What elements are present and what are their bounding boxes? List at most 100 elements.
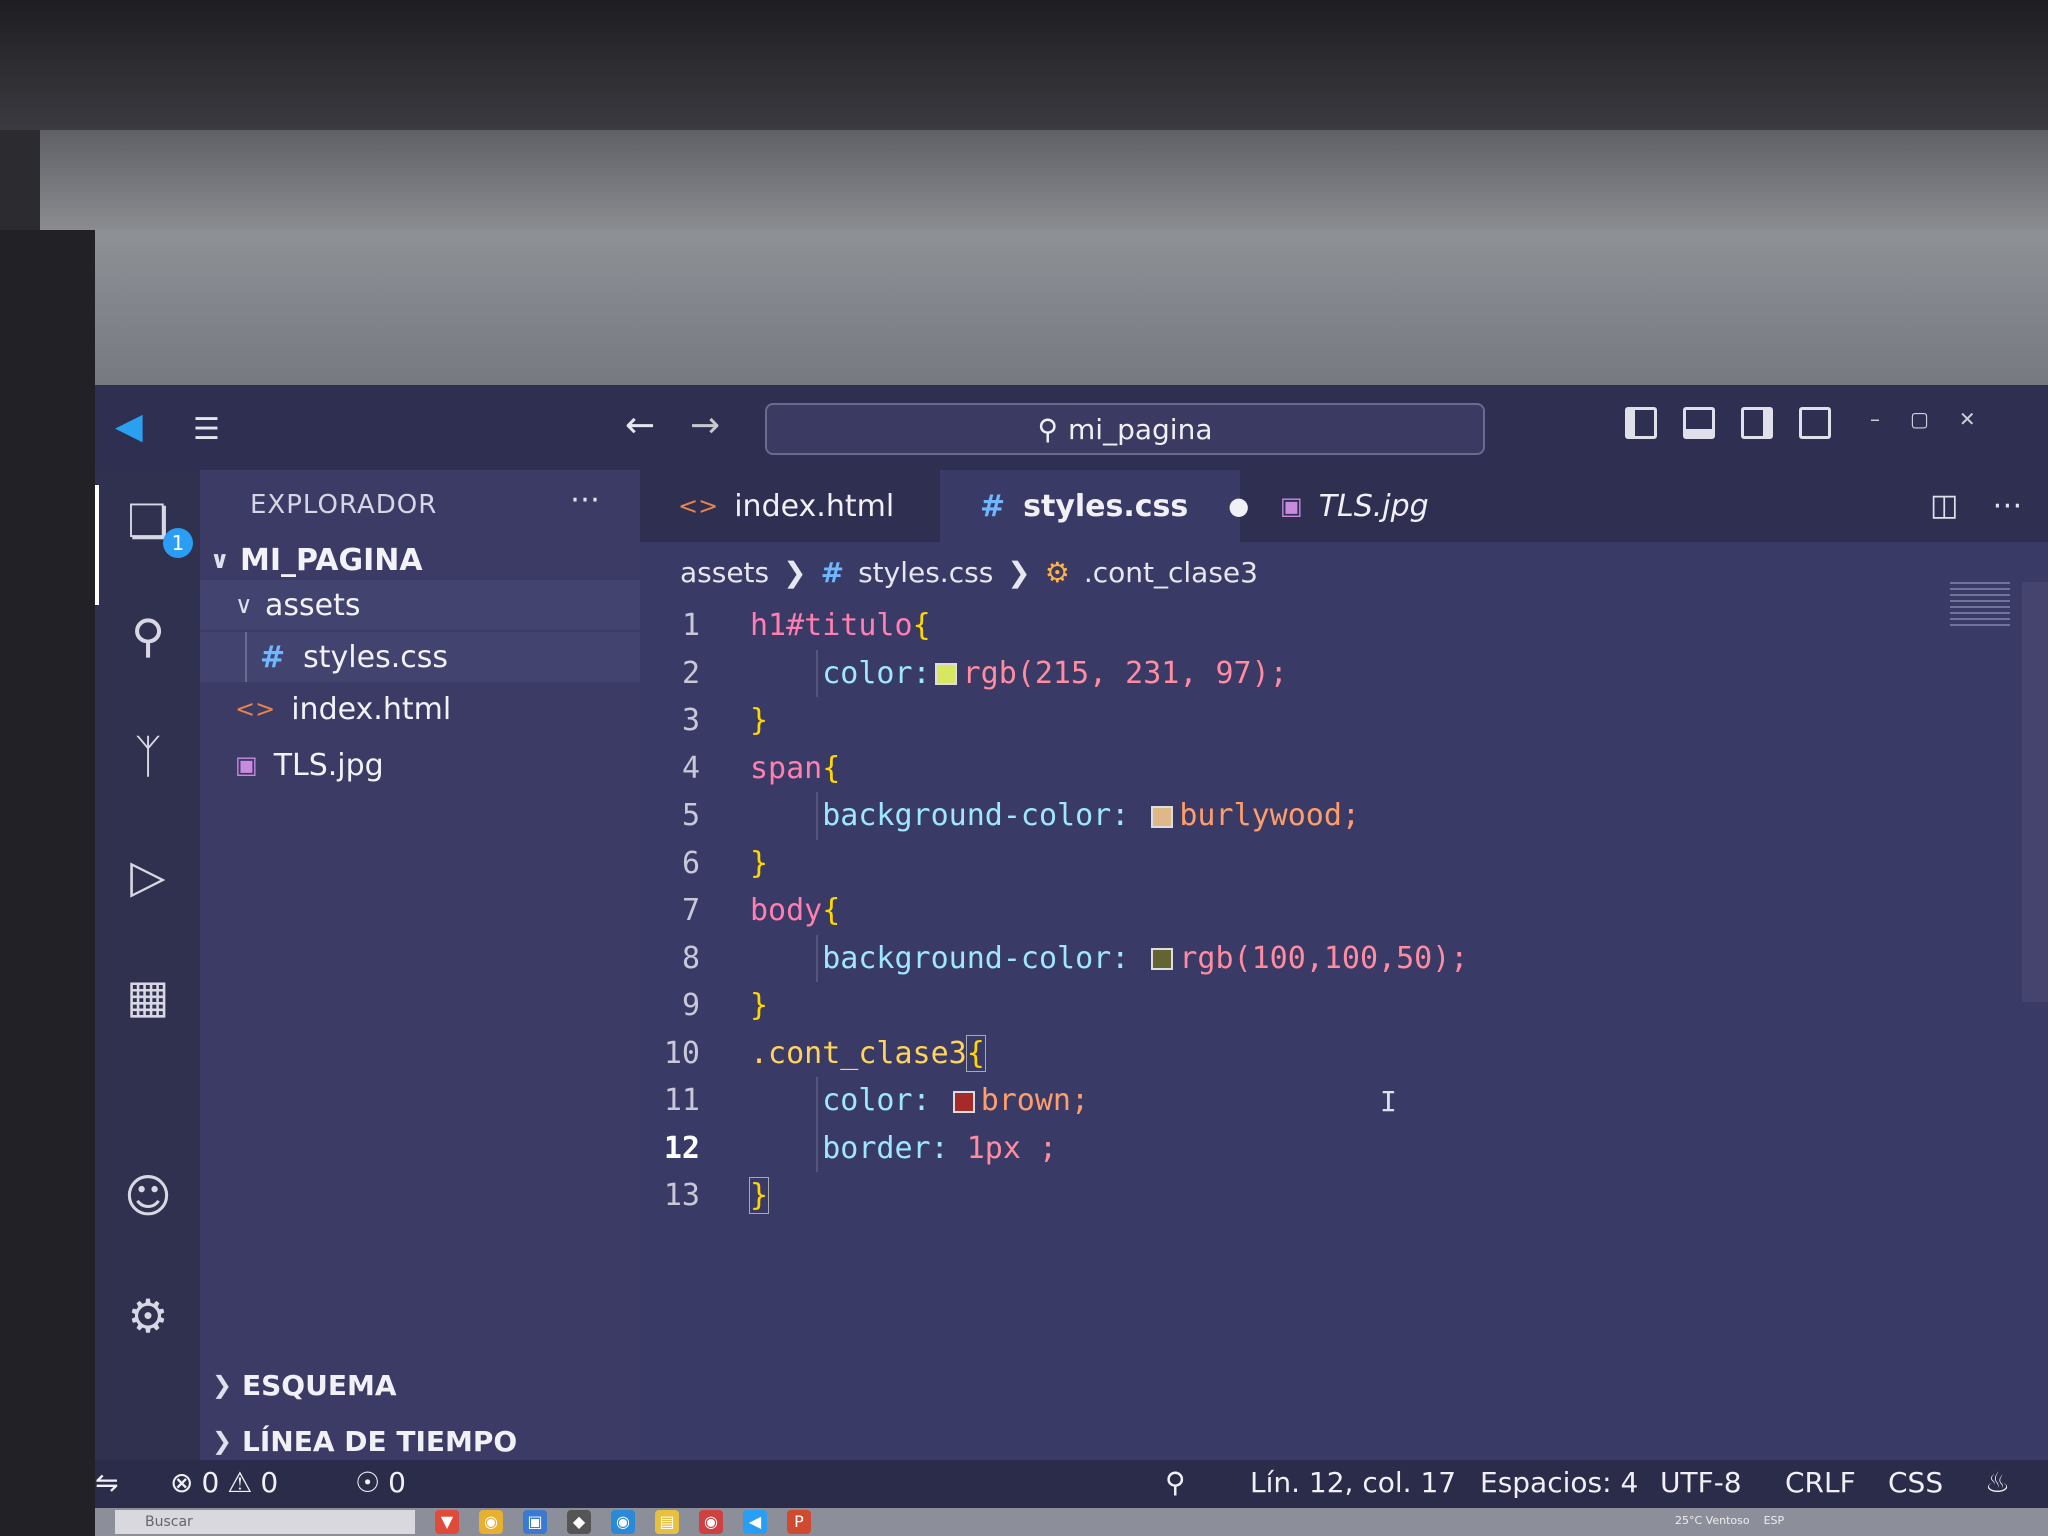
- breadcrumb-item[interactable]: assets: [680, 556, 769, 589]
- code-editor[interactable]: assets ❯ # styles.css ❯ ⚙ .cont_clase3 1…: [640, 542, 2048, 1460]
- tree-item-label: styles.css: [303, 639, 448, 675]
- run-debug-icon[interactable]: ▷: [117, 845, 179, 907]
- tab-index-html[interactable]: <> index.html: [640, 470, 940, 542]
- language-mode[interactable]: CSS: [1888, 1466, 1943, 1499]
- tree-item-styles-css[interactable]: # styles.css: [200, 632, 700, 682]
- vscode-taskbar-icon[interactable]: ◀: [743, 1510, 767, 1534]
- taskbar-search[interactable]: Buscar: [115, 1510, 415, 1534]
- cursor-position[interactable]: Lín. 12, col. 17: [1250, 1466, 1456, 1499]
- code-line: 13 }: [640, 1172, 1940, 1220]
- ports-indicator[interactable]: ☉ 0: [355, 1466, 406, 1499]
- forward-arrow-icon[interactable]: →: [690, 405, 720, 446]
- split-editor-icon[interactable]: ◫: [1930, 488, 1958, 523]
- css-icon: #: [820, 556, 845, 589]
- symbol-class-icon: ⚙: [1044, 556, 1070, 589]
- chrome-icon[interactable]: ◉: [479, 1510, 503, 1534]
- more-actions-icon[interactable]: ⋯: [1992, 488, 2022, 523]
- html-icon: <>: [678, 492, 719, 520]
- line-number: 6: [681, 845, 700, 881]
- search-icon: ⚲: [1037, 412, 1059, 446]
- vertical-scrollbar[interactable]: [2022, 582, 2048, 1002]
- line-number: 7: [681, 893, 700, 929]
- edge-icon[interactable]: ◉: [611, 1510, 635, 1534]
- tab-label: styles.css: [1023, 488, 1189, 524]
- color-swatch[interactable]: [934, 663, 957, 686]
- line-number: 2: [681, 655, 700, 691]
- tree-item-label: index.html: [291, 691, 452, 727]
- weather-status[interactable]: 25°C Ventoso: [1675, 1514, 1750, 1527]
- tab-tls-jpg[interactable]: ▣ TLS.jpg: [1240, 470, 1540, 542]
- activity-bar: ❏ 1 ⚲ ᛉ ▷ ▦ ☺ ⚙: [95, 470, 200, 1460]
- search-icon[interactable]: ⚲: [117, 605, 179, 667]
- customize-layout-icon[interactable]: [1799, 407, 1831, 439]
- window-controls: – ▢ ✕: [1870, 407, 1976, 431]
- css-icon: #: [980, 488, 1006, 524]
- encoding[interactable]: UTF-8: [1660, 1466, 1742, 1499]
- code-line: 6 }: [640, 840, 1940, 888]
- chevron-right-icon: ❯: [212, 1371, 233, 1399]
- tree-item-assets[interactable]: ∨ assets: [200, 580, 675, 630]
- command-center-search[interactable]: ⚲ mi_pagina: [765, 403, 1485, 455]
- color-swatch[interactable]: [1151, 805, 1174, 828]
- source-control-icon[interactable]: ᛉ: [117, 725, 179, 787]
- minimap[interactable]: [1950, 582, 2010, 626]
- zoom-icon[interactable]: ⚲: [1165, 1466, 1186, 1499]
- broadcast-icon: ☉: [355, 1466, 381, 1499]
- breadcrumb: assets ❯ # styles.css ❯ ⚙ .cont_clase3: [680, 556, 1258, 589]
- input-language[interactable]: ESP: [1764, 1514, 1785, 1527]
- minimize-icon[interactable]: –: [1870, 407, 1880, 431]
- breadcrumb-item[interactable]: .cont_clase3: [1084, 556, 1258, 589]
- problems-indicator[interactable]: ⊗ 0 ⚠ 0: [170, 1466, 278, 1499]
- indentation[interactable]: Espacios: 4: [1480, 1466, 1638, 1499]
- tree-item-tls-jpg[interactable]: ▣ TLS.jpg: [200, 740, 675, 790]
- line-number: 3: [681, 703, 700, 739]
- line-number: 11: [663, 1083, 700, 1119]
- vscode-logo-icon: ◀: [115, 406, 143, 447]
- color-swatch[interactable]: [1151, 948, 1174, 971]
- maximize-icon[interactable]: ▢: [1910, 407, 1929, 431]
- account-icon[interactable]: ☺: [117, 1165, 179, 1227]
- brave-icon[interactable]: ▼: [435, 1510, 459, 1534]
- color-swatch[interactable]: [952, 1090, 975, 1113]
- back-arrow-icon[interactable]: ←: [625, 405, 655, 446]
- extensions-icon[interactable]: ▦: [117, 965, 179, 1027]
- status-bar: ⇋ ⊗ 0 ⚠ 0 ☉ 0 ⚲ Lín. 12, col. 17 Espacio…: [95, 1460, 2048, 1508]
- code-line: 11 color: brown; I: [640, 1077, 1940, 1125]
- vscode-window: ◀ ☰ ← → ⚲ mi_pagina – ▢ ✕ ❏ 1 ⚲ ᛉ ▷ ▦ ☺ …: [95, 385, 2048, 1536]
- powerpoint-icon[interactable]: P: [787, 1510, 811, 1534]
- explorer-files-icon[interactable]: ❏ 1: [117, 490, 193, 558]
- brace: }: [748, 1177, 770, 1215]
- root-folder-label: MI_PAGINA: [240, 542, 423, 578]
- taskbar-apps: ▼ ◉ ▣ ◆ ◉ ▤ ◉ ◀ P: [435, 1510, 811, 1534]
- code-line: 12 border: 1px ;: [640, 1124, 1940, 1172]
- more-actions-icon[interactable]: ⋯: [570, 482, 600, 517]
- windows-taskbar: Buscar ▼ ◉ ▣ ◆ ◉ ▤ ◉ ◀ P 25°C Ventoso ES…: [95, 1508, 2048, 1536]
- breadcrumb-item[interactable]: styles.css: [858, 556, 993, 589]
- chrome-icon[interactable]: ◉: [699, 1510, 723, 1534]
- css-file-icon: #: [260, 639, 286, 675]
- chevron-down-icon: ∨: [210, 546, 230, 574]
- outline-section[interactable]: ❯ ESQUEMA: [200, 1360, 652, 1410]
- timeline-section[interactable]: ❯ LÍNEA DE TIEMPO: [200, 1416, 652, 1466]
- menu-icon[interactable]: ☰: [193, 415, 220, 445]
- app-icon[interactable]: ◆: [567, 1510, 591, 1534]
- tree-item-index-html[interactable]: <> index.html: [200, 684, 675, 734]
- toggle-secondary-sidebar-icon[interactable]: [1741, 407, 1773, 439]
- indent-guide: [816, 649, 818, 697]
- toggle-panel-icon[interactable]: [1683, 407, 1715, 439]
- explorer-header: EXPLORADOR: [250, 490, 438, 520]
- toggle-sidebar-icon[interactable]: [1625, 407, 1657, 439]
- image-icon: ▣: [1280, 492, 1303, 520]
- close-icon[interactable]: ✕: [1959, 407, 1976, 431]
- remote-icon[interactable]: ⇋: [95, 1466, 118, 1499]
- settings-gear-icon[interactable]: ⚙: [117, 1285, 179, 1347]
- notifications-bell-icon[interactable]: ♨: [1985, 1466, 2010, 1499]
- file-explorer-icon[interactable]: ▤: [655, 1510, 679, 1534]
- code-line: 3 }: [640, 697, 1940, 745]
- tree-root-folder[interactable]: ∨ MI_PAGINA: [200, 535, 650, 585]
- app-icon[interactable]: ▣: [523, 1510, 547, 1534]
- code-line: 9 }: [640, 982, 1940, 1030]
- search-label: mi_pagina: [1068, 412, 1213, 446]
- line-ending[interactable]: CRLF: [1785, 1466, 1856, 1499]
- tab-styles-css[interactable]: # styles.css ●: [940, 470, 1249, 542]
